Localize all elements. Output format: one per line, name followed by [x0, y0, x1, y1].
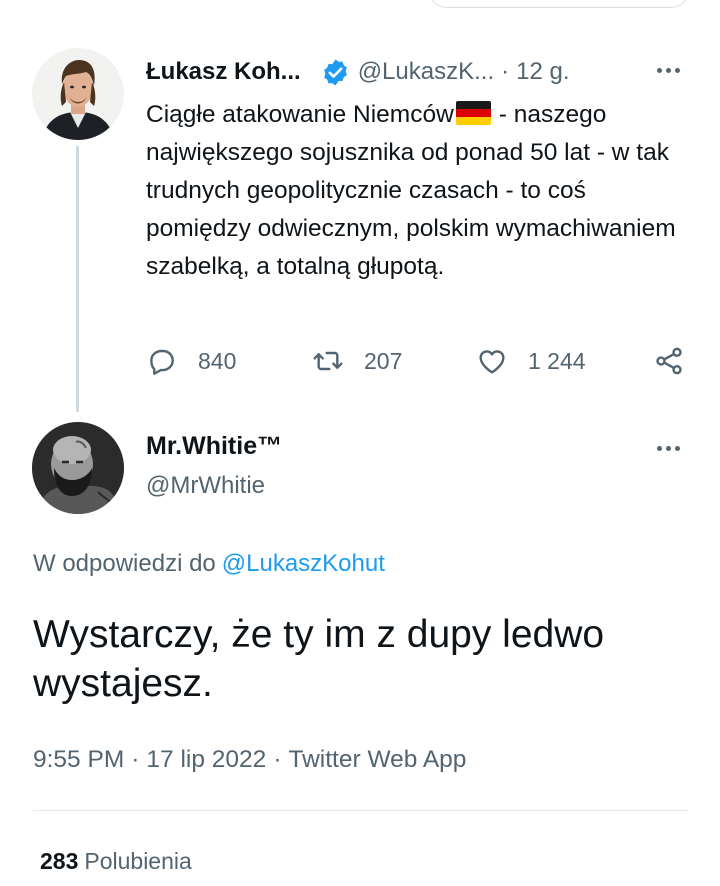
- tweet-actions: 840 207 1 244: [146, 343, 691, 379]
- likes-count: 283: [40, 848, 79, 874]
- like-count: 1 244: [528, 347, 586, 374]
- share-icon: [653, 345, 685, 377]
- reply-tweet-text: Wystarczy, że ty im z dupy ledwo wystaje…: [33, 613, 605, 705]
- more-icon[interactable]: [650, 436, 686, 460]
- thread-connector-line: [76, 146, 79, 412]
- like-icon: [476, 345, 508, 377]
- tweet-time[interactable]: 12 g.: [516, 58, 569, 86]
- tweet-date[interactable]: 17 lip 2022: [146, 746, 266, 773]
- avatar-lukasz-kohut[interactable]: [32, 48, 124, 140]
- separator-dot: ·: [501, 58, 510, 85]
- likes-label: Polubienia: [84, 848, 192, 874]
- parent-tweet-text: Ciągłe atakowanie Niemców - naszego najwi…: [146, 96, 691, 286]
- tweet-metadata: 9:55 PM · 17 lip 2022 · Twitter Web App: [33, 746, 466, 774]
- reply-count: 840: [198, 347, 237, 374]
- replying-to-link[interactable]: @LukaszKohut: [222, 550, 385, 577]
- share-button[interactable]: [653, 343, 685, 379]
- parent-tweet-header: Łukasz Koh... @LukaszK... · 12 g.: [146, 56, 570, 88]
- germany-flag-icon: [455, 101, 491, 125]
- avatar-mrwhitie[interactable]: [32, 422, 124, 514]
- retweet-button[interactable]: 207: [312, 343, 402, 379]
- replying-to-label: W odpowiedzi do: [33, 550, 216, 577]
- reply-author-name[interactable]: Mr.Whitie™: [146, 432, 282, 461]
- tweet-text-part-1: Ciągłe atakowanie Niemców: [146, 101, 454, 128]
- separator-dot: ·: [273, 746, 282, 773]
- retweet-count: 207: [364, 347, 403, 374]
- tweet-time[interactable]: 9:55 PM: [33, 746, 124, 773]
- reply-icon: [146, 345, 178, 377]
- author-handle[interactable]: @LukaszK...: [358, 58, 494, 86]
- replying-to: W odpowiedzi do @LukaszKohut: [33, 550, 385, 578]
- tweet-source[interactable]: Twitter Web App: [288, 746, 466, 773]
- reply-button[interactable]: 840: [146, 343, 236, 379]
- divider: [33, 810, 688, 811]
- top-partial-button[interactable]: [428, 0, 690, 8]
- author-name[interactable]: Łukasz Koh...: [146, 58, 301, 86]
- reply-author-handle[interactable]: @MrWhitie: [146, 472, 265, 500]
- retweet-icon: [312, 345, 344, 377]
- separator-dot: ·: [131, 746, 140, 773]
- verified-badge-icon: [321, 58, 350, 87]
- more-icon[interactable]: [650, 58, 686, 82]
- likes-summary[interactable]: 283 Polubienia: [40, 848, 192, 875]
- like-button[interactable]: 1 244: [476, 343, 586, 379]
